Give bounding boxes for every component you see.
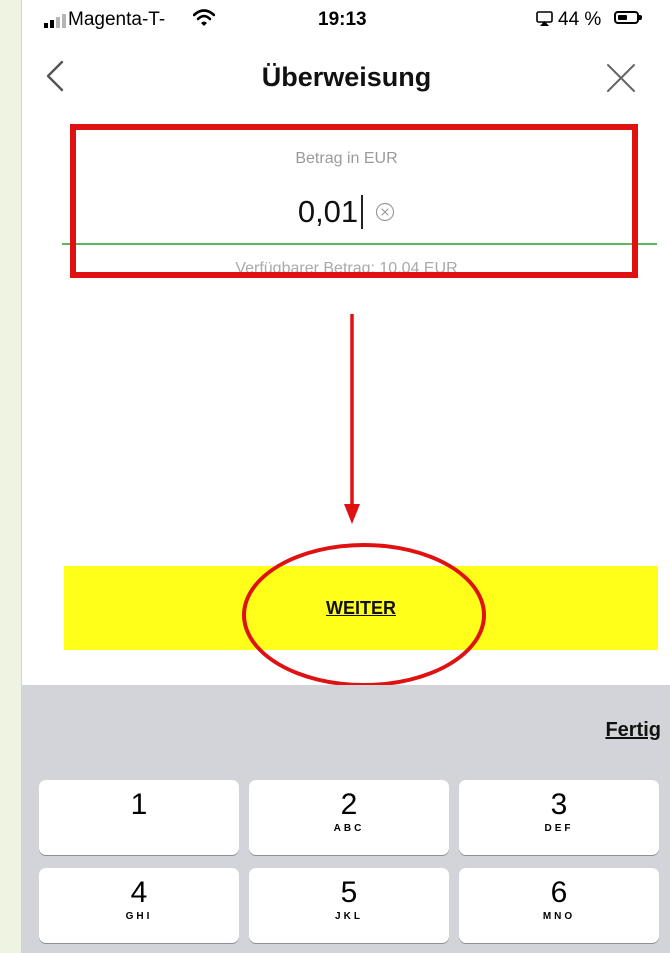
key-digit: 1 bbox=[130, 788, 148, 821]
numeric-keyboard: Fertig 1 2 ABC 3 DEF 4 GHI 5 JKL 6 MNO bbox=[22, 685, 670, 953]
annotation-arrow bbox=[344, 314, 360, 524]
wifi-icon bbox=[193, 9, 215, 26]
status-bar: Magenta-T- 19:13 44 % bbox=[22, 0, 670, 42]
key-digit: 6 bbox=[550, 876, 568, 909]
available-balance-text: Verfügbarer Betrag: 10,04 EUR bbox=[235, 260, 458, 277]
clock: 19:13 bbox=[318, 9, 367, 30]
key-letters bbox=[39, 823, 239, 835]
text-cursor bbox=[361, 195, 364, 229]
amount-value[interactable]: 0,01 bbox=[298, 194, 358, 230]
key-letters: ABC bbox=[333, 823, 365, 834]
continue-button-label: WEITER bbox=[326, 597, 396, 618]
key-digit: 4 bbox=[130, 876, 148, 909]
input-underline bbox=[62, 243, 657, 245]
key-2[interactable]: 2 ABC bbox=[249, 780, 449, 855]
phone-screen: Magenta-T- 19:13 44 % Überweisung Betrag… bbox=[21, 0, 670, 953]
key-3[interactable]: 3 DEF bbox=[459, 780, 659, 855]
key-4[interactable]: 4 GHI bbox=[39, 868, 239, 943]
navigation-bar: Überweisung bbox=[22, 42, 670, 112]
key-digit: 2 bbox=[340, 788, 358, 821]
key-1[interactable]: 1 bbox=[39, 780, 239, 855]
amount-input[interactable]: 0,01 bbox=[22, 194, 670, 230]
close-icon[interactable] bbox=[605, 62, 637, 94]
key-6[interactable]: 6 MNO bbox=[459, 868, 659, 943]
keyboard-done-button[interactable]: Fertig bbox=[605, 719, 661, 742]
screen-mirroring-icon bbox=[536, 11, 553, 26]
key-digit: 5 bbox=[340, 876, 358, 909]
cellular-signal-icon bbox=[44, 14, 66, 28]
key-digit: 3 bbox=[550, 788, 568, 821]
page-title: Überweisung bbox=[261, 62, 432, 92]
clear-input-icon[interactable] bbox=[375, 202, 395, 222]
key-letters: GHI bbox=[125, 911, 153, 922]
continue-button[interactable]: WEITER bbox=[64, 566, 658, 650]
battery-percentage: 44 % bbox=[558, 9, 602, 30]
battery-icon bbox=[614, 11, 642, 24]
key-letters: MNO bbox=[542, 911, 576, 922]
key-letters: JKL bbox=[335, 911, 363, 922]
key-5[interactable]: 5 JKL bbox=[249, 868, 449, 943]
carrier-name: Magenta-T- bbox=[68, 9, 166, 30]
key-letters: DEF bbox=[544, 823, 574, 834]
amount-field-label: Betrag in EUR bbox=[295, 150, 398, 167]
